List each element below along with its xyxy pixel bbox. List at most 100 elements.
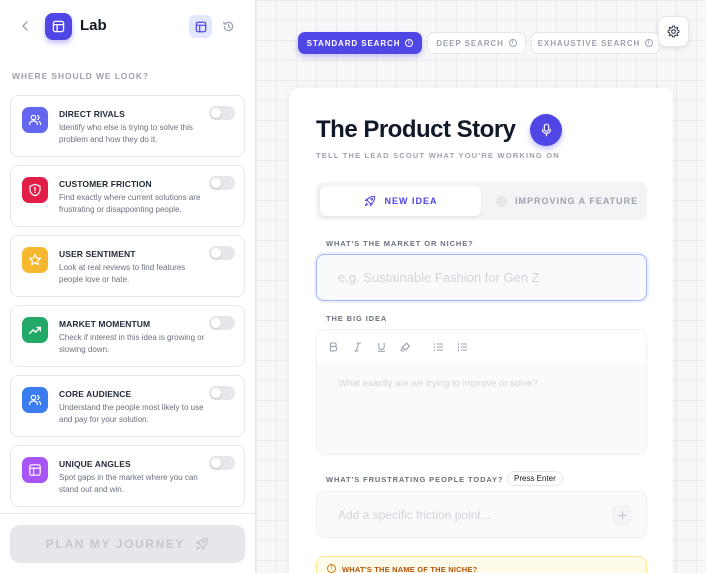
card-description: Look at real reviews to find features pe… (59, 263, 186, 284)
market-input[interactable] (316, 254, 647, 301)
card-core-audience[interactable]: CORE AUDIENCE Understand the people most… (10, 375, 245, 437)
card-icon-tile (22, 247, 48, 273)
toggle-core-audience[interactable] (209, 386, 235, 400)
add-friction-button[interactable] (612, 505, 632, 525)
big-idea-textarea[interactable] (317, 363, 646, 454)
card-description: Find exactly where current solutions are… (59, 193, 201, 214)
card-unique-angles[interactable]: UNIQUE ANGLES Spot gaps in the market wh… (10, 445, 245, 507)
validation-alert: ! WHAT'S THE NAME OF THE NICHE? (316, 556, 647, 573)
numbered-list-button[interactable] (454, 339, 470, 355)
history-icon (223, 21, 234, 32)
card-title: CUSTOMER FRICTION (59, 179, 152, 189)
star-icon (29, 253, 41, 266)
sidebar-header: Lab (0, 0, 256, 54)
mode-label: DEEP SEARCH (436, 38, 504, 48)
panel-subtitle: TELL THE LEAD SCOUT WHAT YOU'RE WORKING … (316, 151, 560, 160)
product-story-panel: The Product Story TELL THE LEAD SCOUT WH… (289, 88, 673, 573)
app-logo (45, 13, 72, 40)
settings-button[interactable] (658, 16, 689, 47)
card-title: DIRECT RIVALS (59, 109, 125, 119)
section-label: WHERE SHOULD WE LOOK? (12, 71, 149, 81)
mode-exhaustive-search[interactable]: EXHAUSTIVE SEARCH i (531, 32, 660, 54)
alert-circle-icon: ! (327, 564, 336, 573)
rocket-icon (364, 195, 375, 207)
toggle-customer-friction[interactable] (209, 176, 235, 190)
card-title: UNIQUE ANGLES (59, 459, 131, 469)
mode-label: STANDARD SEARCH (306, 38, 401, 48)
sidebar-divider (0, 513, 256, 514)
users-icon (28, 394, 42, 406)
italic-icon (353, 342, 361, 352)
toggle-direct-rivals[interactable] (209, 106, 235, 120)
plan-journey-button[interactable]: PLAN MY JOURNEY (10, 525, 245, 563)
card-icon-tile (22, 107, 48, 133)
bold-icon (329, 342, 337, 352)
card-market-momentum[interactable]: MARKET MOMENTUM Check if interest in thi… (10, 305, 245, 367)
card-description: Check if interest in this idea is growin… (59, 333, 205, 354)
mode-label: EXHAUSTIVE SEARCH (537, 38, 641, 48)
card-icon-tile (22, 457, 48, 483)
card-icon-tile (22, 317, 48, 343)
press-enter-hint: Press Enter (507, 471, 563, 486)
numbered-list-icon (457, 342, 467, 352)
tab-label: NEW IDEA (384, 196, 438, 206)
card-icon-tile (22, 177, 48, 203)
big-idea-editor (316, 329, 647, 455)
card-customer-friction[interactable]: CUSTOMER FRICTION Find exactly where cur… (10, 165, 245, 227)
users-icon (28, 114, 42, 126)
underline-button[interactable] (373, 339, 389, 355)
plus-icon (617, 510, 627, 520)
card-title: USER SENTIMENT (59, 249, 136, 259)
info-icon: i (508, 39, 517, 47)
layout-icon (29, 464, 41, 476)
card-description: Spot gaps in the market where you can st… (59, 473, 198, 494)
plan-journey-label: PLAN MY JOURNEY (45, 537, 186, 551)
mode-deep-search[interactable]: DEEP SEARCH i (427, 32, 526, 54)
chevron-left-icon (22, 21, 28, 31)
card-title: MARKET MOMENTUM (59, 319, 151, 329)
card-user-sentiment[interactable]: USER SENTIMENT Look at real reviews to f… (10, 235, 245, 297)
gear-icon (667, 25, 680, 38)
toggle-market-momentum[interactable] (209, 316, 235, 330)
back-button[interactable] (17, 17, 33, 35)
tab-improving-feature[interactable]: IMPROVING A FEATURE (488, 186, 643, 216)
card-title: CORE AUDIENCE (59, 389, 132, 399)
friction-label: WHAT'S FRUSTRATING PEOPLE TODAY? (326, 475, 504, 484)
bullet-list-button[interactable] (430, 339, 446, 355)
big-idea-label: THE BIG IDEA (326, 314, 388, 323)
layout-view-button[interactable] (189, 15, 212, 38)
alert-message: WHAT'S THE NAME OF THE NICHE? (342, 565, 478, 573)
trending-up-icon (28, 326, 41, 335)
highlight-button[interactable] (397, 339, 413, 355)
page-title: The Product Story (316, 116, 516, 143)
card-direct-rivals[interactable]: DIRECT RIVALS Identify who else is tryin… (10, 95, 245, 157)
info-icon: i (645, 39, 654, 47)
toggle-user-sentiment[interactable] (209, 246, 235, 260)
radio-dot-icon (496, 195, 507, 207)
toggle-unique-angles[interactable] (209, 456, 235, 470)
layout-icon (195, 21, 206, 32)
underline-icon (377, 343, 385, 352)
sidebar: Lab WHERE SHOULD WE LOOK? DIRECT RIVALS … (0, 0, 256, 573)
editor-toolbar (317, 330, 646, 363)
info-icon: i (405, 39, 414, 47)
tab-new-idea[interactable]: NEW IDEA (320, 186, 481, 216)
italic-button[interactable] (349, 339, 365, 355)
mode-standard-search[interactable]: STANDARD SEARCH i (298, 32, 422, 54)
highlighter-icon (399, 342, 410, 352)
voice-input-button[interactable] (530, 114, 562, 146)
rocket-icon (196, 537, 209, 550)
bullet-list-icon (433, 343, 443, 351)
history-button[interactable] (217, 15, 240, 38)
layout-icon (52, 20, 65, 33)
tab-label: IMPROVING A FEATURE (515, 196, 639, 206)
card-icon-tile (22, 387, 48, 413)
friction-input[interactable] (316, 491, 647, 538)
idea-type-selector: NEW IDEA IMPROVING A FEATURE (316, 182, 647, 220)
card-description: Identify who else is trying to solve thi… (59, 123, 193, 144)
market-label: WHAT'S THE MARKET OR NICHE? (326, 239, 474, 248)
main-canvas: STANDARD SEARCH i DEEP SEARCH i EXHAUSTI… (256, 0, 706, 573)
bold-button[interactable] (325, 339, 341, 355)
app-title: Lab (80, 17, 107, 34)
research-cards: DIRECT RIVALS Identify who else is tryin… (10, 95, 245, 515)
